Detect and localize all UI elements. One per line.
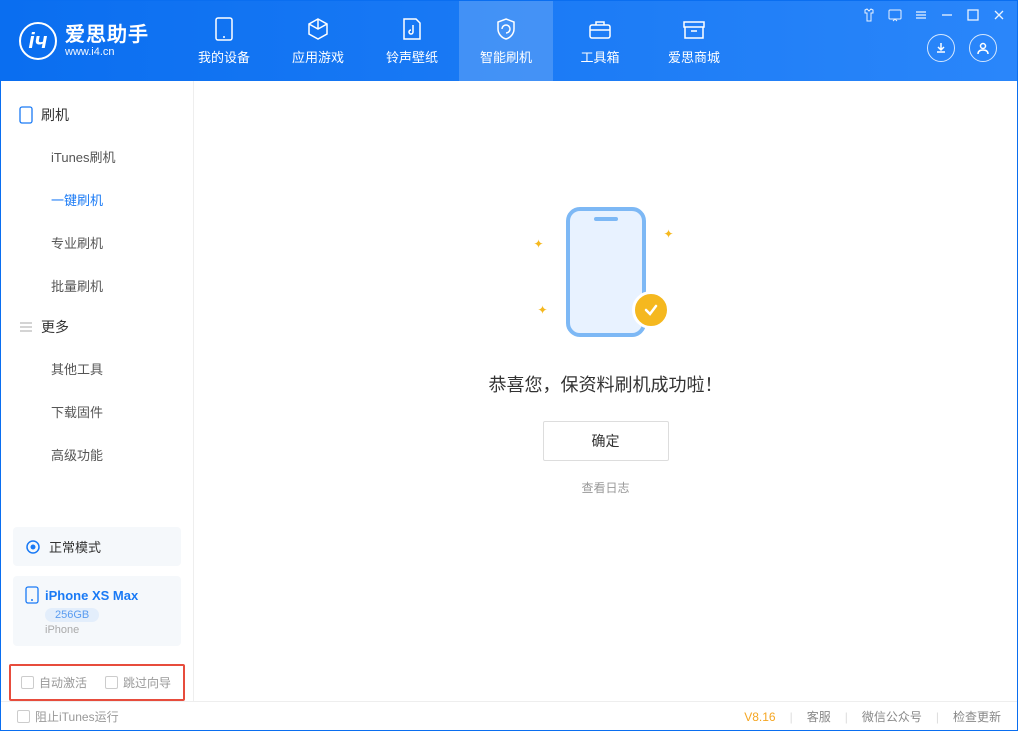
device-icon: [212, 17, 236, 41]
tab-ringtone-wallpaper[interactable]: 铃声壁纸: [365, 1, 459, 81]
sidebar: 刷机 iTunes刷机 一键刷机 专业刷机 批量刷机 更多 其他工具 下载固件 …: [1, 81, 194, 701]
user-icon[interactable]: [969, 34, 997, 62]
ok-button[interactable]: 确定: [543, 421, 669, 461]
view-log-link[interactable]: 查看日志: [581, 479, 629, 496]
header: iч 爱思助手 www.i4.cn 我的设备 应用游戏 铃声壁纸 智能刷机 工具…: [1, 1, 1017, 81]
checkbox-block-itunes[interactable]: 阻止iTunes运行: [17, 708, 119, 725]
feedback-icon[interactable]: [887, 7, 903, 23]
wechat-link[interactable]: 微信公众号: [862, 708, 922, 725]
tab-toolbox[interactable]: 工具箱: [553, 1, 647, 81]
maximize-icon[interactable]: [965, 7, 981, 23]
sidebar-item-batch-flash[interactable]: 批量刷机: [1, 264, 193, 307]
check-badge-icon: [632, 291, 670, 329]
refresh-shield-icon: [494, 17, 518, 41]
device-name: iPhone XS Max: [45, 588, 138, 603]
device-panel[interactable]: iPhone XS Max 256GB iPhone: [13, 576, 181, 646]
close-icon[interactable]: [991, 7, 1007, 23]
sidebar-item-one-click-flash[interactable]: 一键刷机: [1, 178, 193, 221]
device-capacity: 256GB: [45, 608, 99, 622]
tab-smart-flash[interactable]: 智能刷机: [459, 1, 553, 81]
version-label: V8.16: [744, 710, 775, 724]
list-icon: [19, 320, 33, 334]
tab-store[interactable]: 爱思商城: [647, 1, 741, 81]
phone-icon: [19, 106, 33, 124]
music-file-icon: [400, 17, 424, 41]
checkbox-skip-guide[interactable]: 跳过向导: [105, 674, 171, 691]
device-type: iPhone: [45, 624, 169, 636]
device-phone-icon: [25, 586, 39, 604]
sidebar-section-more: 更多: [1, 307, 193, 347]
shop-icon: [682, 17, 706, 41]
sparkle-icon: ✦: [538, 303, 548, 317]
app-logo: iч 爱思助手 www.i4.cn: [19, 22, 149, 60]
tab-apps-games[interactable]: 应用游戏: [271, 1, 365, 81]
check-update-link[interactable]: 检查更新: [953, 708, 1001, 725]
sidebar-section-flash: 刷机: [1, 95, 193, 135]
download-icon[interactable]: [927, 34, 955, 62]
minimize-icon[interactable]: [939, 7, 955, 23]
support-link[interactable]: 客服: [807, 708, 831, 725]
success-illustration: ✦ ✦ ✦: [536, 207, 676, 347]
sidebar-item-advanced[interactable]: 高级功能: [1, 433, 193, 476]
sparkle-icon: ✦: [534, 237, 544, 251]
highlighted-options: 自动激活 跳过向导: [9, 664, 185, 701]
main-content: ✦ ✦ ✦ 恭喜您，保资料刷机成功啦！ 确定 查看日志: [194, 81, 1017, 701]
sidebar-item-itunes-flash[interactable]: iTunes刷机: [1, 135, 193, 178]
mode-icon: [25, 539, 41, 555]
menu-icon[interactable]: [913, 7, 929, 23]
checkbox-icon: [17, 710, 30, 723]
shirt-icon[interactable]: [861, 7, 877, 23]
app-name-cn: 爱思助手: [65, 24, 149, 46]
sidebar-item-pro-flash[interactable]: 专业刷机: [1, 221, 193, 264]
sidebar-item-other-tools[interactable]: 其他工具: [1, 347, 193, 390]
cube-icon: [306, 17, 330, 41]
toolbox-icon: [588, 17, 612, 41]
checkbox-icon: [105, 676, 118, 689]
checkbox-auto-activate[interactable]: 自动激活: [21, 674, 87, 691]
mode-indicator[interactable]: 正常模式: [13, 527, 181, 566]
checkbox-icon: [21, 676, 34, 689]
logo-icon: iч: [19, 22, 57, 60]
main-tabs: 我的设备 应用游戏 铃声壁纸 智能刷机 工具箱 爱思商城: [177, 1, 741, 81]
window-controls: [861, 7, 1007, 23]
tab-my-device[interactable]: 我的设备: [177, 1, 271, 81]
success-message: 恭喜您，保资料刷机成功啦！: [489, 371, 723, 397]
app-name-en: www.i4.cn: [65, 46, 149, 58]
sparkle-icon: ✦: [663, 227, 673, 241]
footer: 阻止iTunes运行 V8.16 | 客服 | 微信公众号 | 检查更新: [1, 701, 1017, 731]
sidebar-item-download-firmware[interactable]: 下载固件: [1, 390, 193, 433]
